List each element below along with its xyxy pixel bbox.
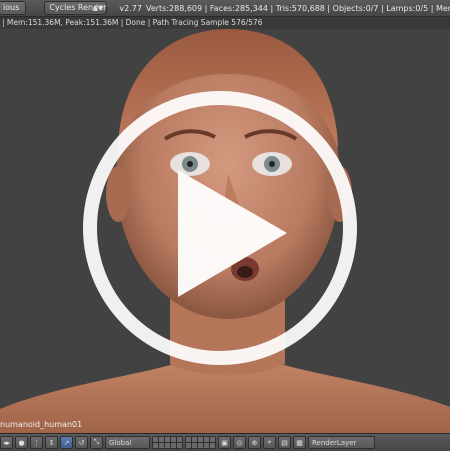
play-icon[interactable] (0, 0, 450, 450)
